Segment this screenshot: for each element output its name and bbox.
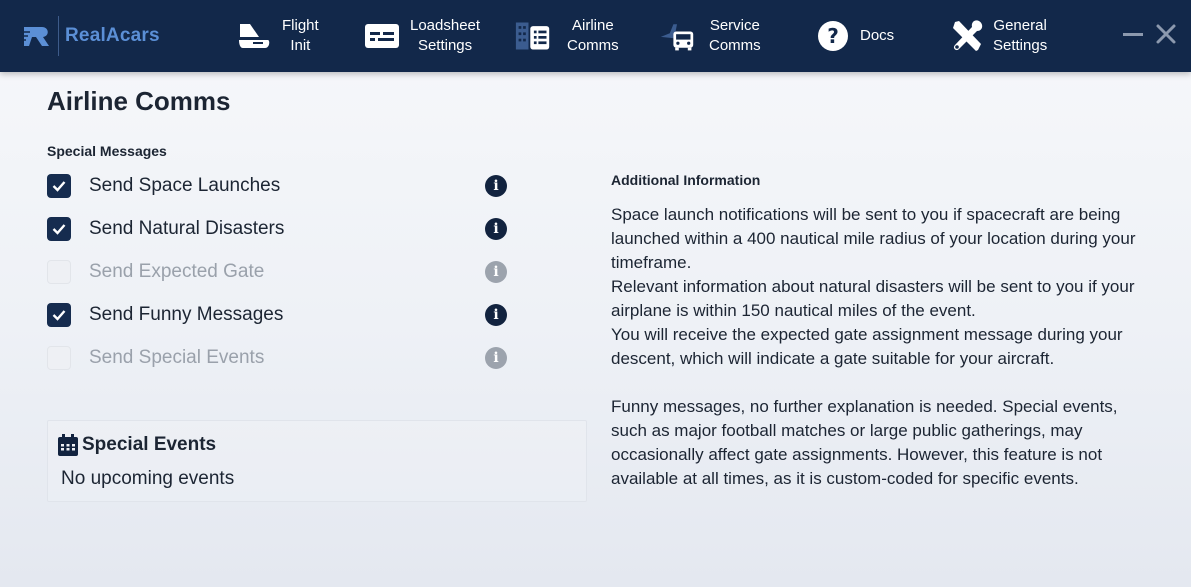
nav-label-line1: Airline: [571, 17, 614, 34]
special-messages-label: Special Messages: [47, 143, 167, 159]
info-icon[interactable]: i: [485, 304, 507, 326]
check-icon: [52, 310, 66, 321]
nav-loadsheet-settings[interactable]: Loadsheet Settings: [364, 0, 480, 72]
special-events-status: No upcoming events: [61, 468, 235, 489]
nav-label-line2: Comms: [567, 37, 619, 54]
info-paragraph-space-launches: Space launch notifications will be sent …: [611, 205, 1136, 272]
option-label: Send Funny Messages: [89, 304, 284, 325]
nav-label-line1: Docs: [860, 27, 895, 44]
checkbox-expected-gate[interactable]: [47, 260, 71, 284]
option-label: Send Expected Gate: [89, 261, 265, 282]
nav-label-line1: General: [993, 17, 1047, 34]
option-label: Send Natural Disasters: [89, 218, 285, 239]
realacars-logo-icon: [22, 27, 49, 46]
nav-docs[interactable]: ? Docs: [815, 0, 894, 72]
checkbox-natural-disasters[interactable]: [47, 217, 71, 241]
option-send-natural-disasters: Send Natural Disasters i: [47, 216, 507, 242]
check-icon: [52, 224, 66, 235]
nav-label-line2: Settings: [993, 37, 1048, 54]
close-icon[interactable]: [1154, 22, 1178, 46]
page-title: Airline Comms: [47, 86, 231, 116]
nav-label-line1: Flight: [282, 17, 319, 34]
nav-label-line2: Settings: [417, 37, 473, 54]
option-send-special-events: Send Special Events i: [47, 345, 507, 371]
option-label: Send Special Events: [89, 347, 265, 368]
option-send-funny-messages: Send Funny Messages i: [47, 302, 507, 328]
truck-icon: [659, 18, 695, 54]
nav-label-line1: Loadsheet: [410, 17, 481, 34]
additional-information-text: Space launch notifications will be sent …: [611, 203, 1156, 491]
checkbox-funny-messages[interactable]: [47, 303, 71, 327]
special-events-panel: Special Events No upcoming events: [47, 420, 587, 502]
question-icon: ?: [815, 18, 851, 54]
nav-service-comms[interactable]: Service Comms: [659, 0, 761, 72]
info-icon[interactable]: i: [485, 261, 507, 283]
app-logo: RealAcars: [22, 14, 160, 58]
additional-information-title: Additional Information: [611, 172, 761, 188]
top-nav-bar: RealAcars Flight Init Loadsheet Settings: [0, 0, 1191, 72]
info-paragraph-natural-disasters: Relevant information about natural disas…: [611, 277, 1135, 320]
nav-label-line1: Service: [709, 17, 760, 34]
info-paragraph-funny-special: Funny messages, no further explanation i…: [611, 397, 1118, 488]
info-icon[interactable]: i: [485, 218, 507, 240]
option-send-space-launches: Send Space Launches i: [47, 173, 507, 199]
tools-icon: [949, 18, 985, 54]
calendar-icon: [58, 434, 78, 456]
checkbox-special-events[interactable]: [47, 346, 71, 370]
brand-name: RealAcars: [65, 25, 160, 46]
nav-label-line2: Comms: [709, 37, 761, 54]
checkbox-space-launches[interactable]: [47, 174, 71, 198]
minimize-icon[interactable]: [1121, 22, 1145, 46]
nav-label-line2: Init: [290, 37, 311, 54]
info-paragraph-expected-gate: You will receive the expected gate assig…: [611, 325, 1123, 368]
building-icon: [515, 18, 551, 54]
special-events-header: Special Events: [58, 434, 216, 456]
info-icon[interactable]: i: [485, 175, 507, 197]
option-send-expected-gate: Send Expected Gate i: [47, 259, 507, 285]
nav-general-settings[interactable]: General Settings: [949, 0, 1047, 72]
svg-text:?: ?: [827, 24, 839, 48]
info-icon[interactable]: i: [485, 347, 507, 369]
check-icon: [52, 181, 66, 192]
plane-icon: [236, 18, 272, 54]
keyboard-icon: [364, 18, 400, 54]
nav-flight-init[interactable]: Flight Init: [236, 0, 319, 72]
option-label: Send Space Launches: [89, 175, 281, 196]
nav-airline-comms[interactable]: Airline Comms: [515, 0, 619, 72]
special-events-title: Special Events: [82, 434, 217, 455]
